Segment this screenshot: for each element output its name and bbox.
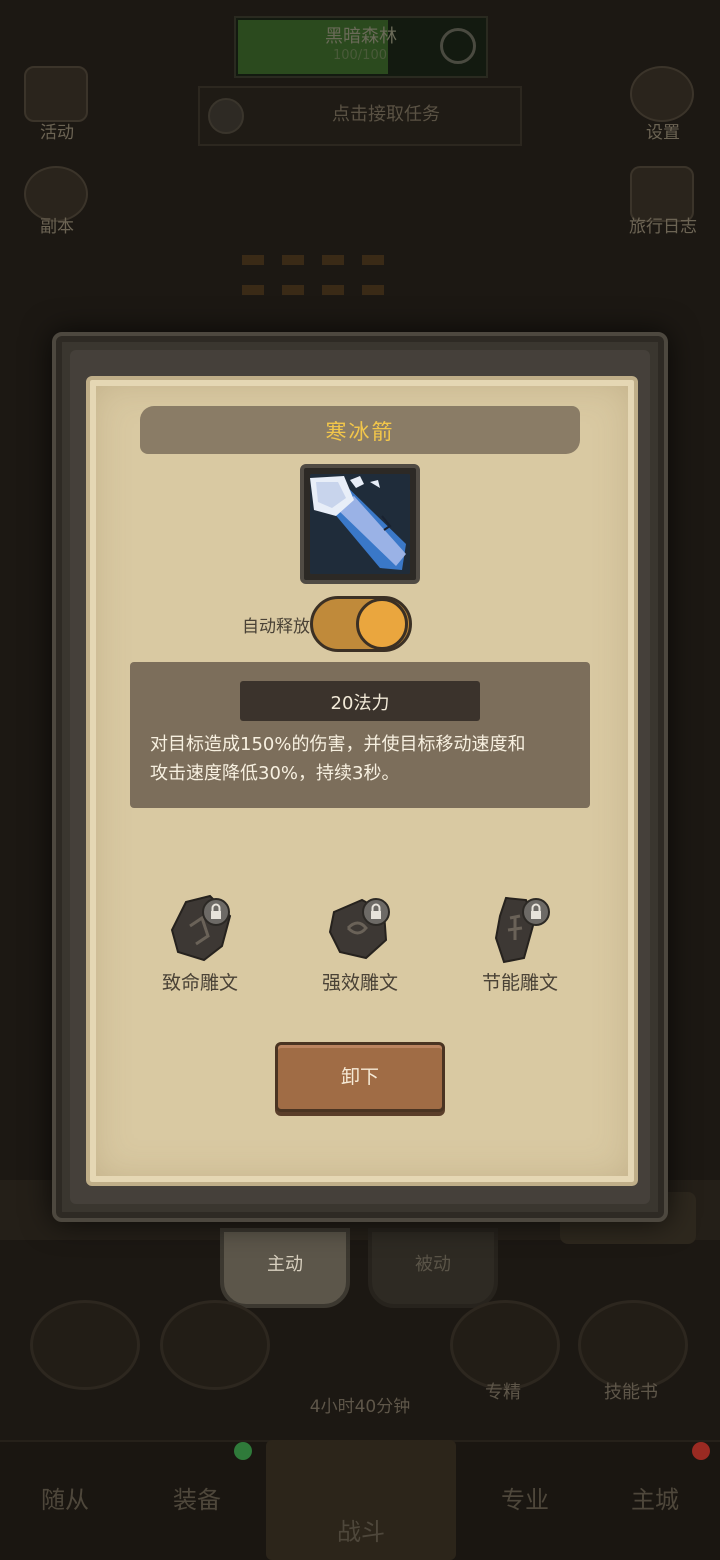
refresh-icon[interactable] bbox=[440, 28, 476, 64]
skillbook-label: 技能书 bbox=[604, 1382, 658, 1403]
progress-dots bbox=[242, 280, 402, 299]
skillbook-icon[interactable] bbox=[578, 1300, 688, 1390]
nav-follower[interactable]: 随从 bbox=[0, 1480, 130, 1515]
notification-badge bbox=[692, 1442, 710, 1460]
ice-arrow-icon bbox=[310, 474, 410, 574]
unequip-button-label: 卸下 bbox=[340, 1066, 379, 1088]
skill-slot[interactable] bbox=[30, 1300, 140, 1390]
auto-cast-label: 自动释放 bbox=[242, 617, 310, 637]
rune-label-efficient: 节能雕文 bbox=[481, 972, 558, 994]
dungeon-label: 副本 bbox=[40, 217, 74, 237]
skill-description-line: 攻击速度降低30%，持续3秒。 bbox=[150, 763, 400, 784]
task-label: 点击接取任务 bbox=[332, 104, 440, 125]
expert-icon[interactable] bbox=[450, 1300, 560, 1390]
skill-description: 对目标造成150%的伤害，并使目标移动速度和 攻击速度降低30%，持续3秒。 bbox=[150, 730, 580, 788]
zone-progress-text: 100/100 bbox=[332, 48, 387, 63]
notification-badge bbox=[234, 1442, 252, 1460]
nav-battle-label: 战斗 bbox=[337, 1518, 385, 1546]
gear-icon[interactable] bbox=[630, 66, 694, 122]
mana-cost: 20法力 bbox=[330, 693, 390, 714]
timer-text: 4小时40分钟 bbox=[309, 1397, 411, 1417]
rune-label-deadly: 致命雕文 bbox=[161, 972, 238, 994]
skill-description-line: 对目标造成150%的伤害，并使目标移动速度和 bbox=[150, 734, 526, 755]
nav-profession[interactable]: 专业 bbox=[460, 1480, 590, 1515]
nav-equipment[interactable]: 装备 bbox=[132, 1480, 262, 1515]
nav-city[interactable]: 主城 bbox=[590, 1480, 720, 1515]
tab-active-label: 主动 bbox=[267, 1254, 303, 1275]
progress-dots bbox=[242, 250, 402, 269]
travel-log-label: 旅行日志 bbox=[629, 217, 697, 237]
event-label: 活动 bbox=[40, 123, 74, 143]
task-icon bbox=[208, 98, 244, 134]
event-icon[interactable] bbox=[24, 66, 88, 122]
toggle-knob[interactable] bbox=[356, 598, 408, 650]
rune-label-strong: 强效雕文 bbox=[321, 972, 398, 994]
settings-label: 设置 bbox=[646, 123, 680, 143]
skill-slot[interactable] bbox=[160, 1300, 270, 1390]
skill-title: 寒冰箭 bbox=[325, 420, 395, 444]
tab-passive-label: 被动 bbox=[415, 1254, 451, 1275]
expert-label: 专精 bbox=[485, 1382, 521, 1403]
